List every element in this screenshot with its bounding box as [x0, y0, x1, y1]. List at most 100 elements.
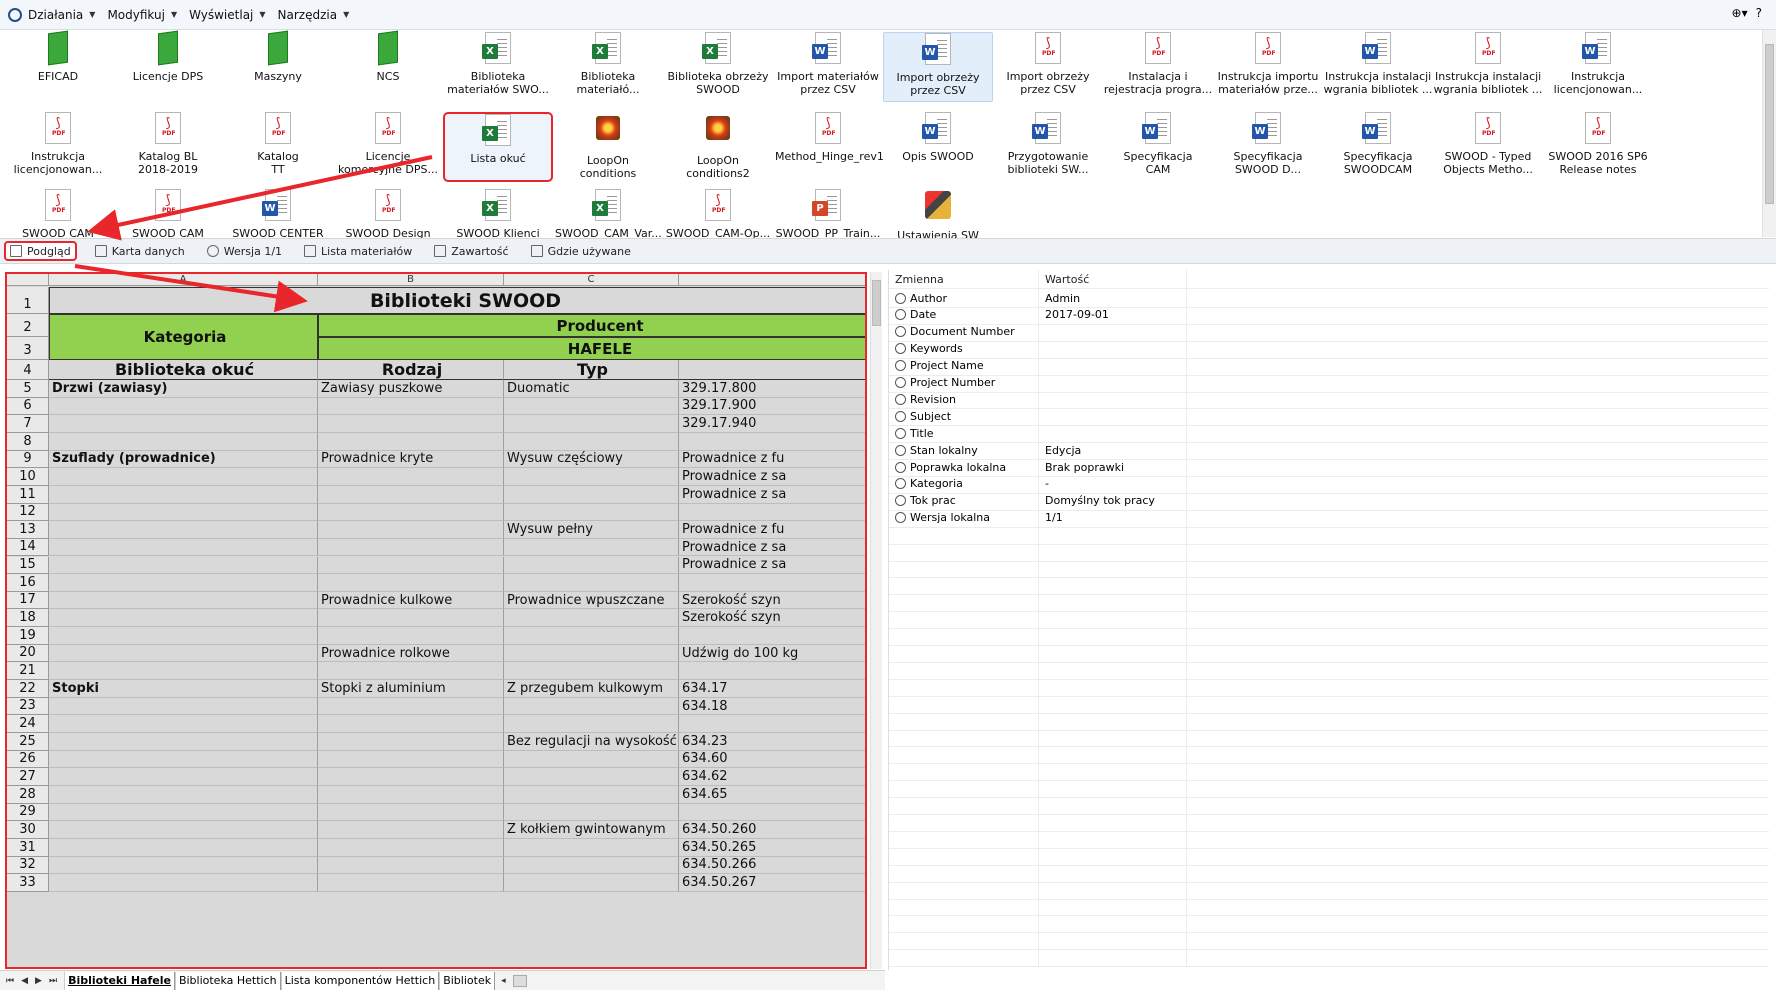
- cell-b[interactable]: Prowadnice kulkowe: [318, 591, 504, 610]
- cell-b[interactable]: [318, 733, 504, 751]
- cell-c[interactable]: [504, 538, 679, 557]
- cell-d[interactable]: 329.17.940: [679, 415, 865, 433]
- row-header[interactable]: 4: [7, 360, 49, 380]
- cell-d[interactable]: 634.50.266: [679, 856, 865, 875]
- cell-a[interactable]: [49, 609, 318, 628]
- cell-c[interactable]: [504, 468, 679, 486]
- row-header[interactable]: 32: [7, 856, 49, 875]
- cell-a[interactable]: [49, 750, 318, 769]
- cell-c[interactable]: Prowadnice wpuszczane: [504, 591, 679, 610]
- row-header[interactable]: 12: [7, 503, 49, 522]
- cell-d[interactable]: Udźwig do 100 kg: [679, 644, 865, 663]
- cell-a[interactable]: Stopki: [49, 680, 318, 698]
- cell-d[interactable]: Prowadnice z sa: [679, 468, 865, 486]
- cell-d[interactable]: 634.23: [679, 733, 865, 751]
- files-scrollbar-thumb[interactable]: [1765, 44, 1774, 204]
- row-header[interactable]: 1: [7, 287, 49, 314]
- cell-d[interactable]: [679, 803, 865, 822]
- cell-d[interactable]: 634.65: [679, 785, 865, 804]
- tab-karta-danych[interactable]: Karta danych: [91, 241, 189, 261]
- tab-wersja[interactable]: Wersja 1/1: [203, 241, 286, 261]
- files-scrollbar[interactable]: [1762, 30, 1776, 237]
- header-typ[interactable]: Typ: [504, 360, 679, 380]
- cell-a[interactable]: [49, 415, 318, 433]
- file-item[interactable]: X SWOOD Klienci: [443, 189, 553, 240]
- cell-c[interactable]: [504, 556, 679, 575]
- last-sheet-icon[interactable]: ⏭: [49, 976, 57, 986]
- file-item[interactable]: W Przygotowanie biblioteki SW...: [993, 112, 1103, 182]
- hscroll-left-icon[interactable]: ◂: [501, 976, 506, 986]
- cell-a[interactable]: [49, 821, 318, 839]
- cell-d[interactable]: [679, 627, 865, 645]
- cell-d[interactable]: 634.50.260: [679, 821, 865, 839]
- file-item[interactable]: X Biblioteka materiałów SWO...: [443, 32, 553, 102]
- cell-b[interactable]: [318, 838, 504, 857]
- cell-a[interactable]: [49, 874, 318, 892]
- sheet-tab-hafele[interactable]: Biblioteki Hafele: [64, 971, 175, 990]
- cell-b[interactable]: [318, 627, 504, 645]
- cell-c[interactable]: [504, 432, 679, 451]
- hafele-cell[interactable]: HAFELE: [318, 337, 865, 360]
- cell-b[interactable]: [318, 803, 504, 822]
- column-header-a[interactable]: A: [49, 274, 318, 286]
- first-sheet-icon[interactable]: ⏮: [6, 976, 14, 986]
- cell-d[interactable]: 634.50.267: [679, 874, 865, 892]
- cell-c[interactable]: Duomatic: [504, 380, 679, 398]
- file-item[interactable]: ⟆ PDF Import obrzeży przez CSV: [993, 32, 1103, 102]
- cell-b[interactable]: [318, 521, 504, 539]
- cell-c[interactable]: Wysuw pełny: [504, 521, 679, 539]
- cell-b[interactable]: [318, 856, 504, 875]
- row-header[interactable]: 3: [7, 337, 49, 360]
- file-item[interactable]: W Opis SWOOD: [883, 112, 993, 182]
- row-header[interactable]: 22: [7, 680, 49, 698]
- menu-modyfikuj[interactable]: Modyfikuj ▼: [107, 8, 177, 22]
- cell-a[interactable]: [49, 468, 318, 486]
- cell-a[interactable]: [49, 397, 318, 416]
- column-header-b[interactable]: B: [318, 274, 504, 286]
- cell-a[interactable]: [49, 768, 318, 786]
- file-item[interactable]: LoopOn conditions: [553, 112, 663, 182]
- file-item[interactable]: W Import obrzeży przez CSV: [883, 32, 993, 102]
- file-item[interactable]: P SWOOD_PP_Train...: [773, 189, 883, 240]
- zoom-icon[interactable]: ⊕▾: [1732, 6, 1748, 20]
- file-item[interactable]: ⟆ PDF SWOOD_CAM-Op...: [663, 189, 773, 240]
- cell-b[interactable]: [318, 556, 504, 575]
- row-header[interactable]: 27: [7, 768, 49, 786]
- file-item[interactable]: ⟆ PDF Katalog TT: [223, 112, 333, 182]
- cell-d[interactable]: [679, 574, 865, 592]
- producent-cell[interactable]: Producent: [318, 314, 865, 337]
- spreadsheet-preview[interactable]: A B C 1 Biblioteki SWOOD 2 3 Kategoria Produc…: [5, 272, 867, 969]
- file-item[interactable]: ⟆ PDF SWOOD 2016 SP6 Release notes: [1543, 112, 1653, 182]
- row-header[interactable]: 30: [7, 821, 49, 839]
- cell-b[interactable]: [318, 874, 504, 892]
- file-item[interactable]: W Specyfikacja SWOODCAM: [1323, 112, 1433, 182]
- file-item[interactable]: ⟆ PDF Licencje komercyjne DPS...: [333, 112, 443, 182]
- cell-a[interactable]: [49, 856, 318, 875]
- cell-d[interactable]: 634.50.265: [679, 838, 865, 857]
- file-item[interactable]: W Instrukcja instalacji i wgrania bibliote…: [1323, 32, 1433, 102]
- row-header[interactable]: 25: [7, 733, 49, 751]
- cell-b[interactable]: [318, 785, 504, 804]
- cell-d[interactable]: [679, 432, 865, 451]
- file-item[interactable]: W Specyfikacja SWOOD D...: [1213, 112, 1323, 182]
- cell-a[interactable]: [49, 803, 318, 822]
- file-item[interactable]: W Instrukcja licencjonowan...: [1543, 32, 1653, 102]
- next-sheet-icon[interactable]: ▶: [35, 976, 42, 986]
- cell-c[interactable]: [504, 874, 679, 892]
- column-header-c[interactable]: C: [504, 274, 679, 286]
- tab-podglad[interactable]: Podgląd: [4, 241, 77, 261]
- file-item[interactable]: ⟆ PDF Instrukcja instalacji i wgrania bibli…: [1433, 32, 1543, 102]
- cell-a[interactable]: [49, 838, 318, 857]
- cell-b[interactable]: [318, 609, 504, 628]
- row-header[interactable]: 18: [7, 609, 49, 628]
- cell-c[interactable]: [504, 644, 679, 663]
- cell-d[interactable]: Prowadnice z sa: [679, 538, 865, 557]
- file-item[interactable]: W SWOOD CENTER: [223, 189, 333, 240]
- cell-b[interactable]: [318, 538, 504, 557]
- file-item[interactable]: W Specyfikacja CAM: [1103, 112, 1213, 182]
- row-header[interactable]: 28: [7, 785, 49, 804]
- file-item[interactable]: ⟆ PDF Instrukcja importu materiałów prze...: [1213, 32, 1323, 102]
- cell-c[interactable]: Z kołkiem gwintowanym: [504, 821, 679, 839]
- cell-b[interactable]: [318, 821, 504, 839]
- cell-d[interactable]: Prowadnice z fu: [679, 450, 865, 469]
